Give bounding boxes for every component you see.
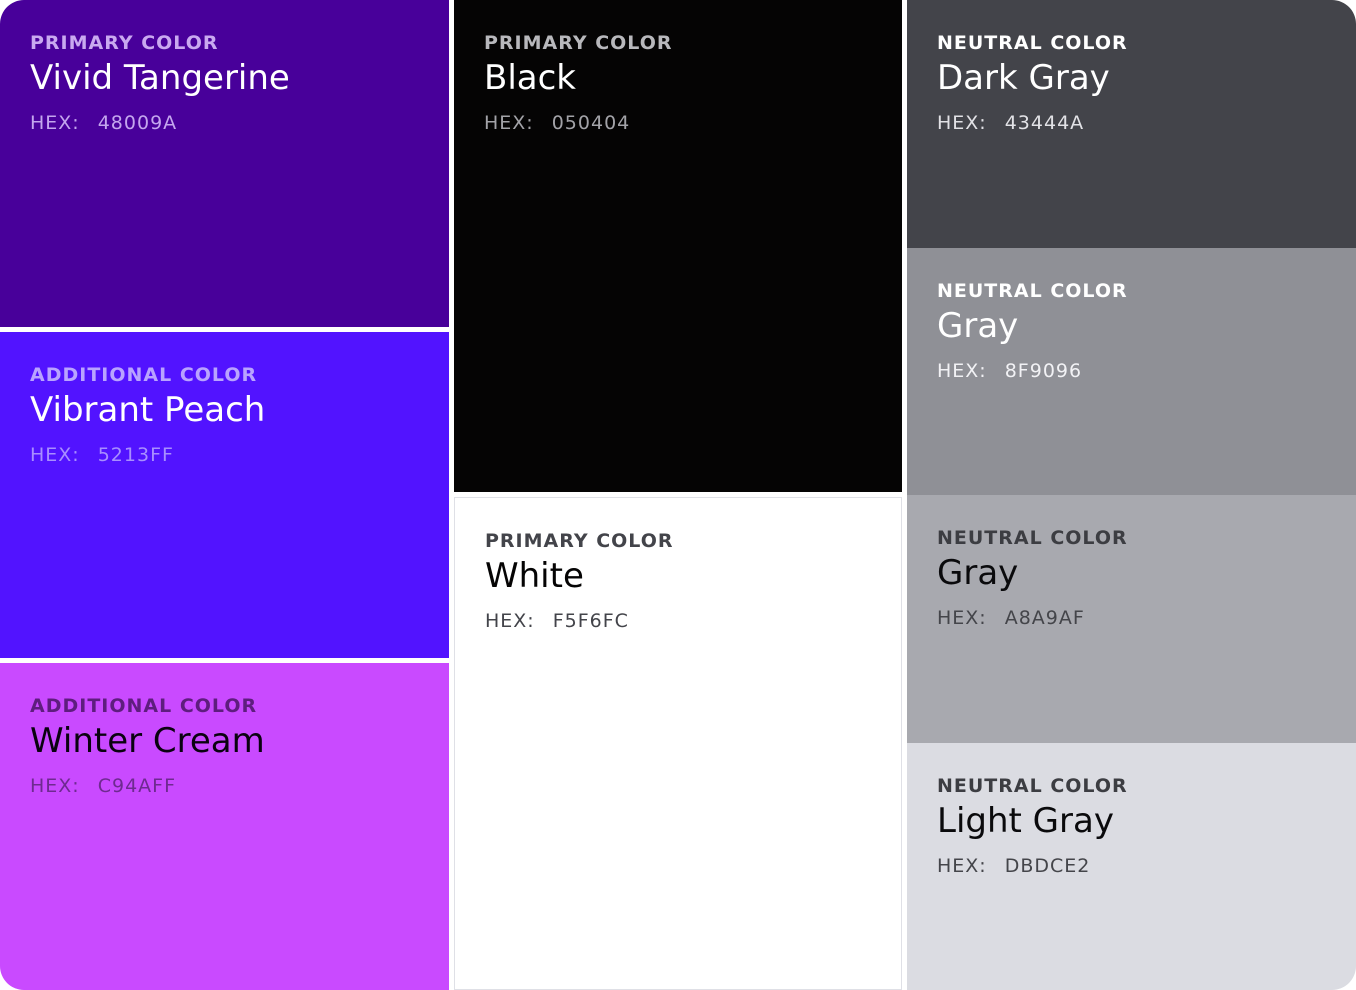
hex-value: C94AFF	[97, 775, 177, 797]
swatch-name: White	[485, 556, 584, 596]
swatch-hex: HEX: A8A9AF	[937, 605, 1326, 631]
swatch-name: Dark Gray	[937, 58, 1110, 98]
swatch-name: Light Gray	[937, 801, 1114, 841]
swatch-category: NEUTRAL COLOR	[937, 775, 1128, 797]
hex-label: HEX:	[30, 444, 80, 466]
hex-label: HEX:	[30, 775, 80, 797]
hex-label: HEX:	[937, 855, 987, 877]
hex-value: F5F6FC	[552, 610, 629, 632]
swatch-category: PRIMARY COLOR	[30, 32, 219, 54]
swatch-category: NEUTRAL COLOR	[937, 280, 1128, 302]
swatch-name: Gray	[937, 553, 1019, 593]
hex-value: 43444A	[1004, 112, 1085, 134]
swatch-name: Winter Cream	[30, 721, 265, 761]
hex-value: DBDCE2	[1004, 855, 1091, 877]
swatch-name: Vivid Tangerine	[30, 58, 290, 98]
hex-label: HEX:	[937, 112, 987, 134]
swatch-hex: HEX: 48009A	[30, 110, 419, 136]
swatch-gray: NEUTRAL COLOR Gray HEX: 8F9096	[907, 248, 1356, 495]
hex-label: HEX:	[484, 112, 534, 134]
swatch-vivid-tangerine: PRIMARY COLOR Vivid Tangerine HEX: 48009A	[0, 0, 449, 327]
hex-value: 050404	[551, 112, 631, 134]
color-palette: PRIMARY COLOR Vivid Tangerine HEX: 48009A…	[0, 0, 1356, 990]
swatch-category: ADDITIONAL COLOR	[30, 364, 258, 386]
hex-label: HEX:	[937, 607, 987, 629]
swatch-category: PRIMARY COLOR	[485, 530, 674, 552]
swatch-light-gray: NEUTRAL COLOR Light Gray HEX: DBDCE2	[907, 743, 1356, 990]
swatch-vibrant-peach: ADDITIONAL COLOR Vibrant Peach HEX: 5213F…	[0, 332, 449, 658]
swatch-category: PRIMARY COLOR	[484, 32, 673, 54]
swatch-hex: HEX: F5F6FC	[485, 608, 871, 634]
hex-value: 48009A	[97, 112, 178, 134]
swatch-winter-cream: ADDITIONAL COLOR Winter Cream HEX: C94AFF	[0, 663, 449, 990]
swatch-hex: HEX: C94AFF	[30, 773, 419, 799]
swatch-name: Gray	[937, 306, 1019, 346]
swatch-hex: HEX: 8F9096	[937, 358, 1326, 384]
swatch-category: NEUTRAL COLOR	[937, 32, 1128, 54]
swatch-hex: HEX: DBDCE2	[937, 853, 1326, 879]
swatch-hex: HEX: 43444A	[937, 110, 1326, 136]
hex-label: HEX:	[937, 360, 987, 382]
hex-value: 5213FF	[97, 444, 174, 466]
hex-label: HEX:	[485, 610, 535, 632]
hex-value: 8F9096	[1004, 360, 1083, 382]
swatch-name: Vibrant Peach	[30, 390, 266, 430]
swatch-hex: HEX: 5213FF	[30, 442, 419, 468]
hex-value: A8A9AF	[1004, 607, 1085, 629]
swatch-name: Black	[484, 58, 576, 98]
swatch-black: PRIMARY COLOR Black HEX: 050404	[454, 0, 902, 492]
swatch-hex: HEX: 050404	[484, 110, 872, 136]
swatch-category: NEUTRAL COLOR	[937, 527, 1128, 549]
swatch-white: PRIMARY COLOR White HEX: F5F6FC	[454, 497, 902, 990]
swatch-category: ADDITIONAL COLOR	[30, 695, 258, 717]
swatch-gray-medium: NEUTRAL COLOR Gray HEX: A8A9AF	[907, 495, 1356, 743]
hex-label: HEX:	[30, 112, 80, 134]
swatch-dark-gray: NEUTRAL COLOR Dark Gray HEX: 43444A	[907, 0, 1356, 248]
